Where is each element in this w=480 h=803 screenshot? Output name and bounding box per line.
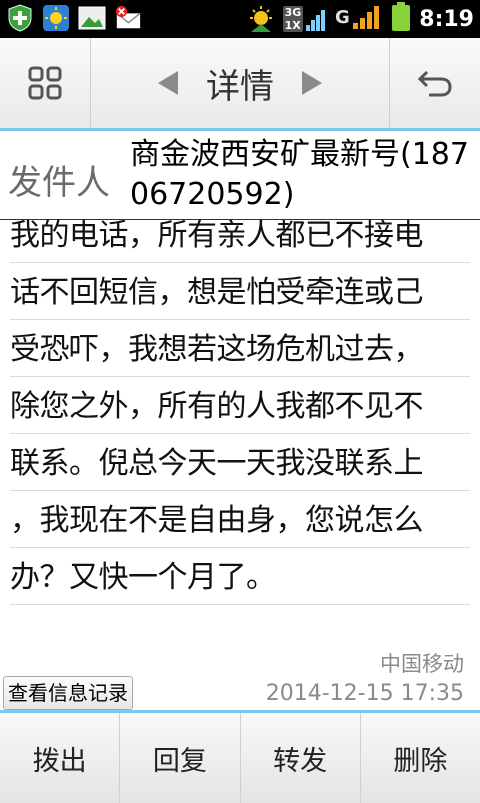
message-body: 我的电话，所有亲人都已不接电 话不回短信，想是怕受牵连或己 受恐吓，我想若这场危… xyxy=(10,206,470,605)
gallery-icon xyxy=(78,4,106,32)
page-title: 详情 xyxy=(206,66,274,107)
sun-clock-icon xyxy=(247,5,275,33)
notification-icons xyxy=(6,4,142,32)
signal-icon: G xyxy=(335,3,383,35)
delete-button[interactable]: 删除 xyxy=(361,713,480,803)
call-button[interactable]: 拨出 xyxy=(0,713,121,803)
bottom-action-bar: 拨出 回复 转发 删除 xyxy=(0,710,480,803)
svg-text:G: G xyxy=(335,7,350,28)
title-navigation: 详情 xyxy=(91,38,389,128)
message-line: 联系。倪总今天一天我没联系上 xyxy=(10,434,470,491)
clock: 8:19 xyxy=(419,6,474,32)
menu-grid-icon xyxy=(28,66,62,100)
weather-sun-icon xyxy=(42,4,70,32)
arrow-right-icon[interactable] xyxy=(300,69,324,97)
arrow-left-icon[interactable] xyxy=(156,69,180,97)
status-bar: 3G 1X G 8:19 xyxy=(0,0,480,38)
forward-button[interactable]: 转发 xyxy=(241,713,361,803)
status-indicators: 3G 1X G 8:19 xyxy=(247,2,474,36)
message-line: 除您之外，所有的人我都不见不 xyxy=(10,377,470,434)
message-line: 话不回短信，想是怕受牵连或己 xyxy=(10,263,470,320)
undo-icon xyxy=(417,70,452,97)
menu-grid-button[interactable] xyxy=(0,38,91,128)
network-type-top: 3G xyxy=(284,6,302,19)
message-line: 办？又快一个月了。 xyxy=(10,548,470,605)
network-3g-icon: 3G 1X xyxy=(282,6,328,32)
top-toolbar: 详情 xyxy=(0,38,480,131)
network-type-bottom: 1X xyxy=(284,19,301,32)
message-line: 我的电话，所有亲人都已不接电 xyxy=(10,206,470,263)
message-line: 受恐吓，我想若这场危机过去， xyxy=(10,320,470,377)
sender-label: 发件人 xyxy=(8,163,110,203)
message-error-icon xyxy=(114,4,142,32)
battery-icon xyxy=(391,2,411,36)
carrier-label: 中国移动 xyxy=(380,652,464,676)
message-line: ，我现在不是自由身，您说怎么 xyxy=(10,491,470,548)
view-history-button[interactable]: 查看信息记录 xyxy=(3,676,133,710)
reply-button[interactable]: 回复 xyxy=(120,713,241,803)
sender-value: 商金波西安矿最新号(18706720592) xyxy=(130,137,469,212)
shield-plus-icon xyxy=(6,4,34,32)
back-button[interactable] xyxy=(389,38,480,128)
message-timestamp: 2014-12-15 17:35 xyxy=(265,681,464,706)
